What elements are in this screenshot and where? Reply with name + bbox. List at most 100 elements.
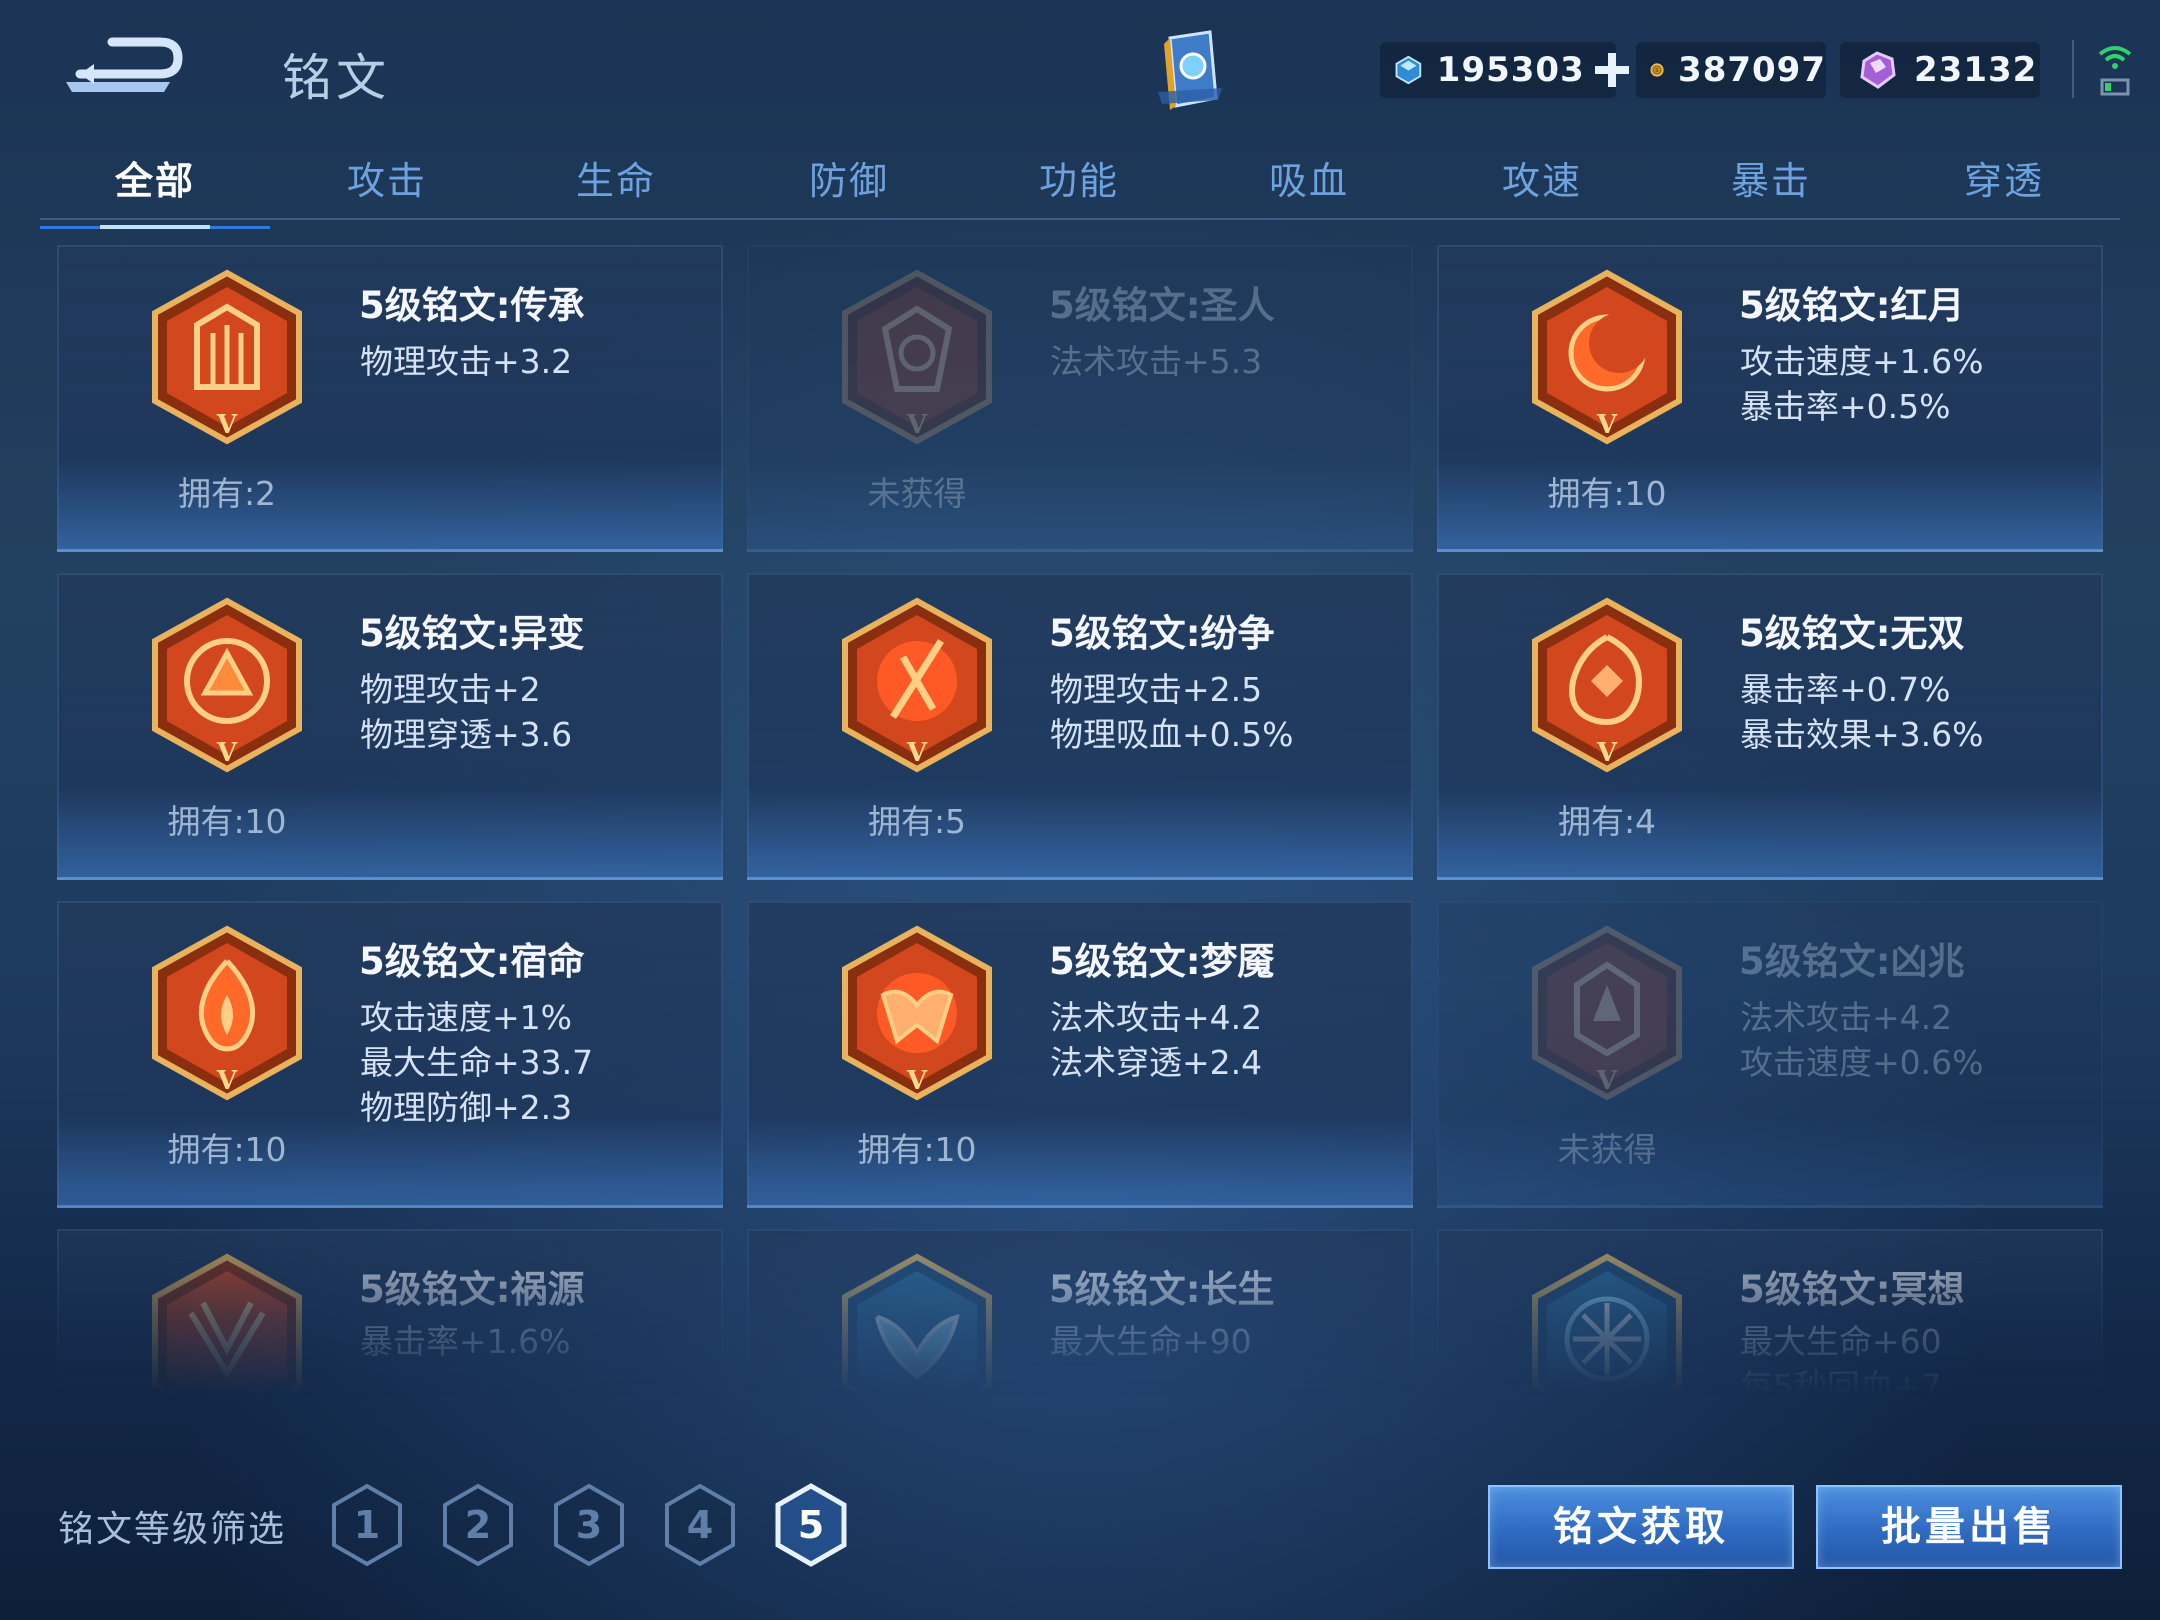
peerless-rune-icon: V (1532, 597, 1682, 773)
inheritance-rune-icon: V (152, 269, 302, 445)
rune-attribute: 最大生命+90 (1050, 1322, 1252, 1361)
rune-card[interactable]: V 5级铭文:长生 最大生命+90 (747, 1229, 1413, 1395)
rune-card[interactable]: V 5级铭文:纷争 物理攻击+2.5 物理吸血+0.5% 拥有:5 (747, 573, 1413, 880)
svg-text:V: V (906, 410, 928, 440)
svg-text:V: V (1596, 738, 1618, 768)
svg-text:V: V (216, 410, 238, 440)
acquire-runes-button[interactable]: 铭文获取 (1488, 1485, 1794, 1569)
meditation-rune-icon: V (1532, 1253, 1682, 1395)
level-filter-4[interactable]: 4 (661, 1482, 739, 1568)
rune-book-icon[interactable] (1150, 28, 1230, 116)
owned-count: 拥有:4 (1557, 802, 1657, 841)
rune-name: 5级铭文:纷争 (1049, 612, 1275, 655)
rune-card[interactable]: V 5级铭文:红月 攻击速度+1.6% 暴击率+0.5% 拥有:10 (1437, 245, 2103, 552)
rune-attribute: 攻击速度+1% (360, 998, 573, 1037)
tab-health[interactable]: 生命 (501, 150, 731, 205)
rune-card[interactable]: V 5级铭文:祸源 暴击率+1.6% (57, 1229, 723, 1395)
owned-status: 未获得 (867, 474, 967, 513)
tab-lifesteal[interactable]: 吸血 (1194, 150, 1424, 205)
diamond-icon (1395, 55, 1422, 85)
rune-name: 5级铭文:宿命 (359, 940, 585, 983)
rune-attribute: 最大生命+33.7 (360, 1043, 594, 1082)
svg-text:V: V (216, 1066, 238, 1096)
strife-rune-icon: V (842, 597, 992, 773)
tab-critical[interactable]: 暴击 (1656, 150, 1886, 205)
category-tabs: 全部 攻击 生命 防御 功能 吸血 攻速 暴击 穿透 (40, 140, 2120, 229)
rune-name: 5级铭文:冥想 (1739, 1268, 1965, 1311)
add-currency-icon[interactable] (1594, 53, 1630, 87)
header-divider (2072, 40, 2074, 98)
page-title: 铭文 (282, 49, 390, 107)
owned-status: 未获得 (1557, 1130, 1657, 1169)
rune-attribute: 最大生命+60 (1740, 1322, 1942, 1361)
rune-attribute: 暴击率+1.6% (360, 1322, 571, 1361)
back-arrow-icon[interactable] (60, 30, 190, 100)
diamond-counter: 195303 (1380, 42, 1630, 98)
rune-card[interactable]: V 5级铭文:梦魇 法术攻击+4.2 法术穿透+2.4 拥有:10 (747, 901, 1413, 1208)
rune-attribute: 攻击速度+1.6% (1740, 342, 1984, 381)
tab-all[interactable]: 全部 (40, 150, 270, 229)
bulk-sell-button[interactable]: 批量出售 (1816, 1485, 2122, 1569)
level-filter-3[interactable]: 3 (550, 1482, 628, 1568)
rune-attribute: 攻击速度+0.6% (1740, 1043, 1984, 1082)
svg-text:V: V (906, 1394, 928, 1395)
svg-text:V: V (216, 738, 238, 768)
gold-coin-icon: S (1650, 63, 1664, 77)
rune-attribute: 法术攻击+5.3 (1050, 342, 1263, 381)
rune-attribute: 物理攻击+3.2 (360, 342, 573, 381)
svg-text:V: V (1596, 1394, 1618, 1395)
level-filter-5[interactable]: 5 (772, 1482, 850, 1568)
omen-rune-icon: V (1532, 925, 1682, 1101)
tab-attack-speed[interactable]: 攻速 (1427, 150, 1657, 205)
rune-name: 5级铭文:祸源 (359, 1268, 585, 1311)
svg-text:V: V (1596, 1066, 1618, 1096)
rune-attribute: 物理吸血+0.5% (1050, 715, 1294, 754)
rune-card[interactable]: V 5级铭文:凶兆 法术攻击+4.2 攻击速度+0.6% 未获得 (1437, 901, 2103, 1208)
svg-text:V: V (906, 1066, 928, 1096)
active-tab-indicator (40, 225, 270, 229)
rune-card[interactable]: V 5级铭文:宿命 攻击速度+1% 最大生命+33.7 物理防御+2.3 拥有:… (57, 901, 723, 1208)
saint-rune-icon: V (842, 269, 992, 445)
rune-attribute: 法术攻击+4.2 (1050, 998, 1263, 1037)
rune-name: 5级铭文:无双 (1739, 612, 1965, 655)
rune-attribute: 物理攻击+2.5 (1050, 670, 1263, 709)
tab-utility[interactable]: 功能 (964, 150, 1194, 205)
calamity-rune-icon: V (152, 1253, 302, 1395)
svg-text:V: V (1596, 410, 1618, 440)
rune-grid: V 5级铭文:传承 物理攻击+3.2 拥有:2 V 5级铭文:圣人 法术攻击+5… (57, 245, 2103, 1395)
rune-card[interactable]: V 5级铭文:传承 物理攻击+3.2 拥有:2 (57, 245, 723, 552)
rune-card[interactable]: V 5级铭文:异变 物理攻击+2 物理穿透+3.6 拥有:10 (57, 573, 723, 880)
rune-card[interactable]: V 5级铭文:圣人 法术攻击+5.3 未获得 (747, 245, 1413, 552)
diamond-amount: 195303 (1436, 50, 1585, 90)
level-filter-1[interactable]: 1 (328, 1482, 406, 1568)
level-filter-2[interactable]: 2 (439, 1482, 517, 1568)
mutation-rune-icon: V (152, 597, 302, 773)
gold-amount: 387097 (1678, 50, 1826, 90)
owned-count: 拥有:10 (167, 802, 287, 841)
rune-attribute: 物理穿透+3.6 (360, 715, 573, 754)
rune-name: 5级铭文:凶兆 (1739, 940, 1965, 983)
crystal-amount: 23132 (1914, 50, 2038, 90)
tab-penetration[interactable]: 穿透 (1889, 150, 2119, 205)
tab-defense[interactable]: 防御 (734, 150, 964, 205)
svg-text:V: V (216, 1394, 238, 1395)
nightmare-rune-icon: V (842, 925, 992, 1101)
rune-attribute: 物理防御+2.3 (360, 1088, 573, 1127)
rune-attribute: 法术攻击+4.2 (1740, 998, 1953, 1037)
crystal-icon (1860, 51, 1896, 89)
level-number: 5 (797, 1503, 825, 1547)
rune-attribute: 物理攻击+2 (360, 670, 541, 709)
level-number: 1 (353, 1503, 381, 1547)
rune-attribute: 暴击率+0.5% (1740, 387, 1951, 426)
rune-name: 5级铭文:长生 (1049, 1268, 1275, 1311)
level-number: 2 (464, 1503, 492, 1547)
wifi-battery-icon (2098, 46, 2132, 96)
rune-attribute: 暴击率+0.7% (1740, 670, 1951, 709)
top-bar: 铭文 195303 S 387097 23132 (0, 0, 2160, 150)
crystal-counter: 23132 (1840, 42, 2040, 98)
rune-card[interactable]: V 5级铭文:冥想 最大生命+60 每5秒回血+7 (1437, 1229, 2103, 1395)
tab-attack[interactable]: 攻击 (272, 150, 502, 205)
owned-count: 拥有:10 (857, 1130, 977, 1169)
level-number: 3 (575, 1503, 603, 1547)
rune-card[interactable]: V 5级铭文:无双 暴击率+0.7% 暴击效果+3.6% 拥有:4 (1437, 573, 2103, 880)
